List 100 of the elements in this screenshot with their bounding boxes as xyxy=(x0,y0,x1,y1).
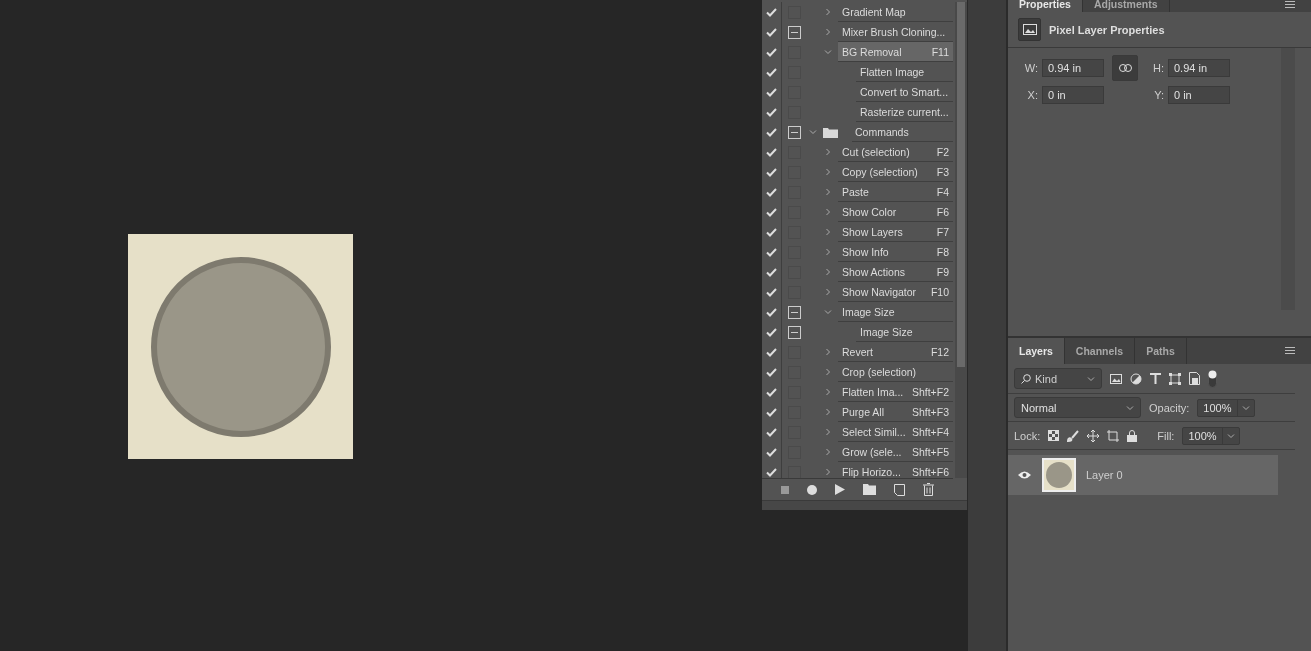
panel-tab[interactable]: Adjustments xyxy=(1082,0,1170,12)
search-icon xyxy=(1021,373,1031,384)
panel-tab[interactable]: Properties xyxy=(1008,0,1083,12)
smart-object-filter-icon[interactable] xyxy=(1189,372,1200,385)
checkmark-icon[interactable] xyxy=(766,387,777,397)
checkmark-icon[interactable] xyxy=(766,287,777,297)
filter-toggle-icon[interactable] xyxy=(1208,369,1217,388)
filter-dropdown[interactable]: Kind xyxy=(1014,368,1102,389)
action-name: Revert xyxy=(842,345,873,358)
checkmark-icon[interactable] xyxy=(766,87,777,97)
move-icon[interactable] xyxy=(1087,429,1100,442)
dialog-toggle-icon[interactable] xyxy=(787,325,801,339)
checkmark-icon[interactable] xyxy=(766,367,777,377)
stop-icon[interactable] xyxy=(781,485,789,494)
checkmark-icon[interactable] xyxy=(766,107,777,117)
chevron-right-icon xyxy=(824,8,832,16)
blend-mode-dropdown[interactable]: Normal xyxy=(1014,397,1141,418)
image-filter-icon[interactable] xyxy=(1110,373,1122,384)
checkmark-icon[interactable] xyxy=(766,187,777,197)
brush-icon[interactable] xyxy=(1067,429,1080,442)
action-row[interactable]: Image Size xyxy=(838,302,953,322)
fill-field[interactable]: 100% xyxy=(1182,426,1240,445)
input-field[interactable]: 0.94 in xyxy=(1042,59,1104,77)
action-name: Paste xyxy=(842,185,869,198)
set-row[interactable]: Commands xyxy=(852,122,953,142)
crop-icon[interactable] xyxy=(1107,429,1120,442)
shape-filter-icon[interactable] xyxy=(1169,372,1181,385)
checkmark-icon[interactable] xyxy=(766,167,777,177)
panel-tab[interactable]: Channels xyxy=(1064,338,1136,364)
action-row[interactable]: Flatten Ima... Shft+F2 xyxy=(838,382,953,402)
checkmark-icon[interactable] xyxy=(766,47,777,57)
checkmark-icon[interactable] xyxy=(766,27,777,37)
scrollbar[interactable] xyxy=(955,2,967,478)
link-button[interactable] xyxy=(1112,55,1138,81)
checkmark-icon[interactable] xyxy=(766,147,777,157)
action-row[interactable]: Show Info F8 xyxy=(838,242,953,262)
step-row[interactable]: Image Size xyxy=(856,322,953,342)
action-row[interactable]: Show Layers F7 xyxy=(838,222,953,242)
action-row[interactable]: Copy (selection) F3 xyxy=(838,162,953,182)
checkmark-icon[interactable] xyxy=(766,307,777,317)
action-row[interactable]: Paste F4 xyxy=(838,182,953,202)
checkmark-icon[interactable] xyxy=(766,207,777,217)
menu-icon[interactable] xyxy=(1285,347,1295,354)
checkmark-icon[interactable] xyxy=(766,327,777,337)
action-row[interactable]: Purge All Shft+F3 xyxy=(838,402,953,422)
play-icon[interactable] xyxy=(835,484,845,495)
checkmark-icon[interactable] xyxy=(766,447,777,457)
layer-row[interactable]: Layer 0 xyxy=(1008,455,1278,495)
chevron-right-icon xyxy=(824,388,832,396)
chevron-right-icon xyxy=(824,168,832,176)
action-row[interactable]: Crop (selection) xyxy=(838,362,953,382)
action-row[interactable]: Show Color F6 xyxy=(838,202,953,222)
checkmark-icon[interactable] xyxy=(766,247,777,257)
lock-transparency-icon[interactable] xyxy=(1048,430,1060,441)
dialog-toggle-icon[interactable] xyxy=(787,305,801,319)
opacity-field[interactable]: 100% xyxy=(1197,398,1255,417)
action-row[interactable]: Show Actions F9 xyxy=(838,262,953,282)
checkmark-icon[interactable] xyxy=(766,267,777,277)
action-row[interactable]: Grow (sele... Shft+F5 xyxy=(838,442,953,462)
step-row[interactable]: Flatten Image xyxy=(856,62,953,82)
checkmark-icon[interactable] xyxy=(766,407,777,417)
checkmark-icon[interactable] xyxy=(766,67,777,77)
chevron-down-icon xyxy=(1126,403,1134,412)
dialog-toggle-icon[interactable] xyxy=(787,125,801,139)
input-field[interactable]: 0.94 in xyxy=(1168,59,1230,77)
chevron-right-icon xyxy=(824,148,832,156)
input-field[interactable]: 0 in xyxy=(1042,86,1104,104)
type-filter-icon[interactable] xyxy=(1150,373,1161,384)
panel-tab[interactable]: Layers xyxy=(1008,338,1065,364)
checkmark-icon[interactable] xyxy=(766,7,777,17)
input-field[interactable]: 0 in xyxy=(1168,86,1230,104)
shortcut: Shft+F5 xyxy=(911,445,949,458)
panel-tab[interactable]: Paths xyxy=(1135,338,1187,364)
checkmark-icon[interactable] xyxy=(766,347,777,357)
chevron-down-icon xyxy=(1226,431,1235,440)
dialog-toggle-icon[interactable] xyxy=(787,25,801,39)
folder-icon[interactable] xyxy=(863,484,876,495)
action-row[interactable]: Revert F12 xyxy=(838,342,953,362)
checkmark-icon[interactable] xyxy=(766,427,777,437)
action-row[interactable]: Flip Horizo... Shft+F6 xyxy=(838,462,953,478)
lock-icon[interactable] xyxy=(1127,429,1138,442)
new-item-icon[interactable] xyxy=(894,483,905,496)
eye-icon[interactable] xyxy=(1017,471,1031,479)
checkmark-icon[interactable] xyxy=(766,467,777,477)
action-row[interactable]: Gradient Map xyxy=(838,2,953,22)
action-row[interactable]: Select Simil... Shft+F4 xyxy=(838,422,953,442)
resize-grip[interactable] xyxy=(762,500,967,510)
action-row[interactable]: Cut (selection) F2 xyxy=(838,142,953,162)
record-icon[interactable] xyxy=(807,484,817,495)
adjustment-filter-icon[interactable] xyxy=(1130,372,1142,385)
action-name: Select Simil... xyxy=(842,425,906,438)
checkmark-icon[interactable] xyxy=(766,127,777,137)
menu-icon[interactable] xyxy=(1285,1,1295,8)
action-row[interactable]: BG Removal F11 xyxy=(838,42,953,62)
action-name: Crop (selection) xyxy=(842,365,917,378)
checkmark-icon[interactable] xyxy=(766,227,777,237)
action-name: Show Color xyxy=(842,205,897,218)
chevron-right-icon xyxy=(824,228,832,236)
action-row[interactable]: Show Navigator F10 xyxy=(838,282,953,302)
trash-icon[interactable] xyxy=(923,483,934,496)
